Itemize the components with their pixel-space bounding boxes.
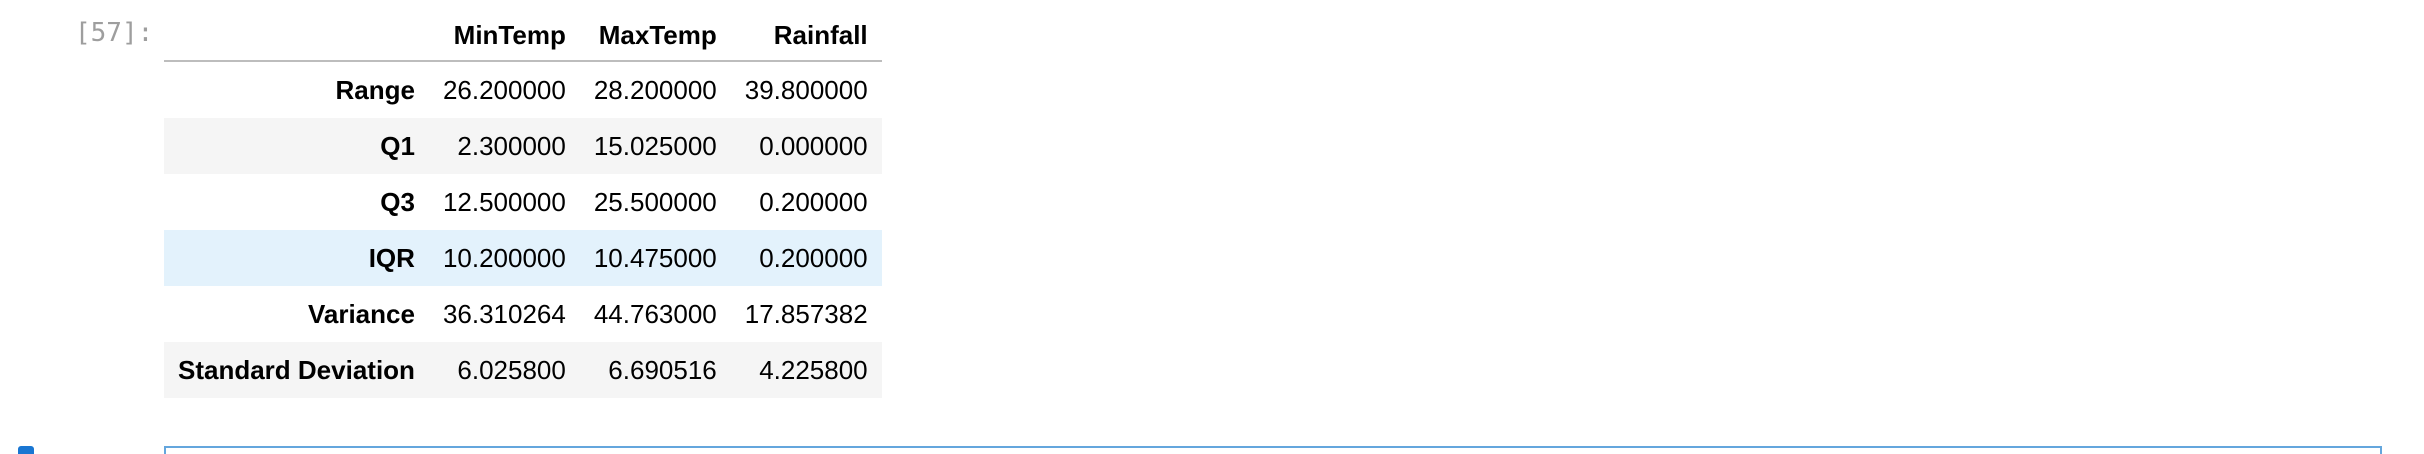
table-cell: 0.200000: [759, 186, 868, 217]
table-cell: 17.857382: [744, 298, 868, 329]
table-cell: 15.025000: [593, 130, 717, 161]
table-cell: 44.763000: [593, 298, 717, 329]
table-cell: 0.000000: [759, 130, 868, 161]
table-cell: 4.225800: [759, 354, 868, 385]
table-cell: 12.500000: [442, 186, 566, 217]
table-cell: 10.475000: [593, 242, 717, 273]
table-row: Variance 36.310264 44.763000 17.857382: [164, 286, 882, 342]
table-cell: 36.310264: [442, 298, 566, 329]
notebook-page: [57]: MinTemp MaxTemp Rainfall Range 26.…: [0, 0, 2424, 454]
row-label: Standard Deviation: [178, 354, 415, 385]
table-cell: 25.500000: [593, 186, 717, 217]
table-row: Range 26.200000 28.200000 39.800000: [164, 61, 882, 118]
column-header-rainfall: Rainfall: [730, 10, 882, 62]
row-label: Variance: [307, 298, 415, 329]
row-label: Q1: [380, 130, 415, 161]
table-row: Q1 2.300000 15.025000 0.000000: [164, 118, 882, 174]
table-cell: 0.200000: [759, 242, 868, 273]
row-label: Range: [335, 74, 415, 105]
column-header-mintemp: MinTemp: [428, 10, 580, 62]
index-header: [164, 10, 429, 62]
row-label: Q3: [380, 186, 415, 217]
code-cell-editor[interactable]: [164, 446, 2382, 454]
active-cell-indicator: [18, 446, 34, 454]
column-header-maxtemp: MaxTemp: [579, 10, 731, 62]
table-row: Q3 12.500000 25.500000 0.200000: [164, 174, 882, 230]
dataframe-table: MinTemp MaxTemp Rainfall Range 26.200000…: [164, 10, 882, 398]
cell-output: MinTemp MaxTemp Rainfall Range 26.200000…: [164, 10, 882, 398]
table-cell: 39.800000: [744, 74, 868, 105]
table-cell: 6.025800: [457, 354, 566, 385]
table-row-hovered: IQR 10.200000 10.475000 0.200000: [164, 230, 882, 286]
execution-prompt: [57]:: [75, 18, 154, 48]
table-cell: 10.200000: [442, 242, 566, 273]
table-cell: 6.690516: [608, 354, 717, 385]
table-header-row: MinTemp MaxTemp Rainfall: [164, 10, 882, 62]
row-label: IQR: [368, 242, 415, 273]
table-cell: 26.200000: [442, 74, 566, 105]
table-cell: 2.300000: [457, 130, 566, 161]
table-cell: 28.200000: [593, 74, 717, 105]
table-row: Standard Deviation 6.025800 6.690516 4.2…: [164, 342, 882, 398]
